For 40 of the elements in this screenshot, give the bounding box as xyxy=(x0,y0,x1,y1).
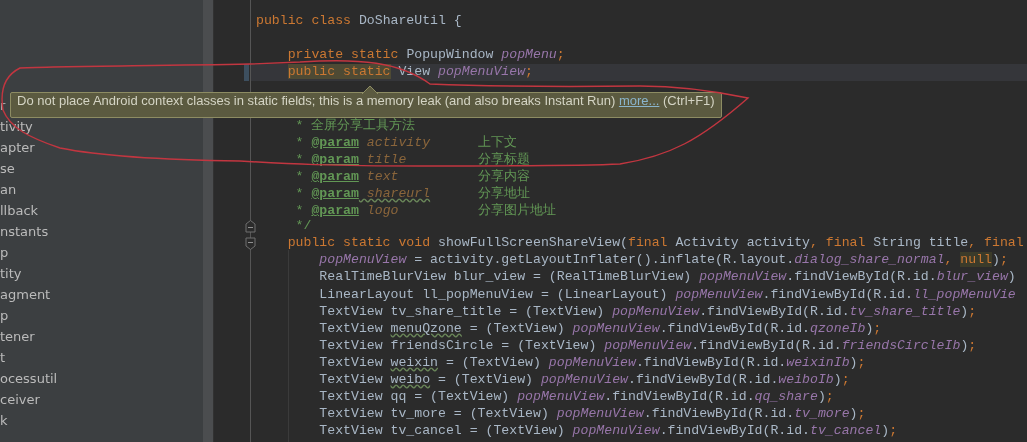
code-line: private static PopupWindow popMenu; xyxy=(286,47,566,65)
tree-item[interactable]: p xyxy=(0,242,203,263)
tree-item[interactable]: se xyxy=(0,158,203,179)
code-line: TextView tv_cancel = (TextView) popMenuView.findViewById(R.id.tv_cancel); xyxy=(318,423,899,441)
code-line: TextView qq = (TextView) popMenuView.findViewById(R.id.qq_share); xyxy=(318,389,835,407)
tree-item[interactable]: nstants xyxy=(0,221,203,242)
tree-item[interactable]: p xyxy=(0,305,203,326)
code-line: TextView tv_share_title = (TextView) popMenuView.findViewById(R.id.tv_share_title); xyxy=(318,303,978,321)
tree-item[interactable]: ceiver xyxy=(0,389,203,410)
code-line: * @param logo 分享图片地址 xyxy=(294,202,557,219)
code-line: * @param title 分享标题 xyxy=(294,150,531,167)
code-line: * @param activity 上下文 xyxy=(294,133,518,150)
code-line: LinearLayout ll_popMenuView = (LinearLayout) popMenuView.findViewById(R.id.ll_popMenuVie xyxy=(318,286,1017,304)
code-line: * @param text 分享内容 xyxy=(294,167,531,184)
warning-message: Do not place Android context classes in static fields; this is a memory leak (and also breaks Instant Run) more... (Ctrl+F1) xyxy=(17,93,715,108)
fold-icon[interactable] xyxy=(245,220,256,234)
code-line: public class DoShareUtil { xyxy=(255,13,463,30)
tree-item[interactable]: ocessutil xyxy=(0,368,203,389)
code-line: * 全屏分享工具方法 xyxy=(294,116,417,133)
code-line: TextView friendsCircle = (TextView) popMenuView.findViewById(R.id.friendsCircleIb); xyxy=(318,337,978,355)
code-line: RealTimeBlurView blur_view = (RealTimeBlurView) popMenuView.findViewById(R.id.blur_view) xyxy=(318,269,1017,287)
tree-item[interactable]: llback xyxy=(0,200,203,221)
tree-item[interactable]: t xyxy=(0,347,203,368)
code-line: TextView weixin = (TextView) popMenuView.findViewById(R.id.weixinIb); xyxy=(318,354,867,372)
tree-item[interactable]: apter xyxy=(0,137,203,158)
code-line: TextView weibo = (TextView) popMenuView.findViewById(R.id.weiboIb); xyxy=(318,371,851,389)
more-link[interactable]: more... xyxy=(618,93,660,108)
change-marker xyxy=(244,64,249,82)
tree-item[interactable]: k xyxy=(0,410,203,431)
code-line: * @param shareurl 分享地址 xyxy=(294,184,531,202)
tree-item[interactable]: tener xyxy=(0,326,203,347)
tree-item[interactable]: tity xyxy=(0,263,203,284)
fold-icon[interactable] xyxy=(245,237,256,251)
code-line: TextView menuQzone = (TextView) popMenuView.findViewById(R.id.qzoneIb); xyxy=(318,320,883,338)
tree-item[interactable]: agment xyxy=(0,284,203,305)
code-line: */ xyxy=(294,218,313,236)
code-line: popMenuView = activity.getLayoutInflater().inflate(R.layout.dialog_share_normal, null); xyxy=(318,252,1009,270)
code-line: TextView tv_more = (TextView) popMenuView.findViewById(R.id.tv_more); xyxy=(318,406,867,424)
code-line: public static void showFullScreenShareView(final Activity activity, final String title, final xyxy=(286,235,1025,253)
tree-item[interactable]: an xyxy=(0,179,203,200)
